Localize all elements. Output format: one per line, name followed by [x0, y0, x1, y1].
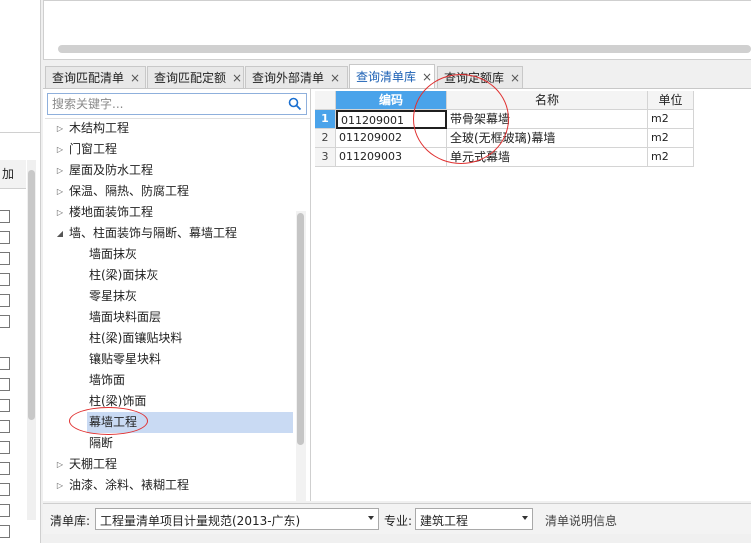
grid-cell-unit[interactable]: m2 [648, 148, 694, 167]
row-checkbox[interactable] [0, 210, 10, 223]
row-checkbox[interactable] [0, 420, 10, 433]
dropdown-arrow-icon[interactable] [368, 516, 374, 520]
row-checkbox[interactable] [0, 441, 10, 454]
grid-cell-unit[interactable]: m2 [648, 129, 694, 148]
tree-node-wood-structure[interactable]: ▷ 木结构工程 [55, 118, 295, 139]
category-tree-panel: ▷ 木结构工程 ▷ 门窗工程 ▷ 屋面及防水工程 ▷ 保温、隔热、防腐工程 ▷ … [45, 89, 311, 501]
tab-bar: 查询匹配清单 × 查询匹配定额 × 查询外部清单 × 查询清单库 × 查询定额库… [43, 64, 751, 88]
tree-node-wall-curtain-wall[interactable]: ◢ 墙、柱面装饰与隔断、幕墙工程 [55, 223, 295, 244]
collapse-arrow-icon[interactable]: ◢ [55, 223, 65, 244]
row-checkbox[interactable] [0, 357, 10, 370]
tree-child-wall-tile[interactable]: 墙面块料面层 [87, 307, 293, 328]
tree-node-floor-decoration[interactable]: ▷ 楼地面装饰工程 [55, 202, 295, 223]
expand-arrow-icon[interactable]: ▷ [55, 139, 65, 160]
tree-node-doors-windows[interactable]: ▷ 门窗工程 [55, 139, 295, 160]
tree-child-column-tile[interactable]: 柱(梁)面镶贴块料 [87, 328, 293, 349]
tree-child-wall-plaster[interactable]: 墙面抹灰 [87, 244, 293, 265]
expand-arrow-icon[interactable]: ▷ [55, 160, 65, 181]
tab-query-match-bill[interactable]: 查询匹配清单 × [45, 66, 146, 88]
annotation-circle [69, 407, 148, 435]
tree-child-misc-plaster[interactable]: 零星抹灰 [87, 286, 293, 307]
tree-node-insulation[interactable]: ▷ 保温、隔热、防腐工程 [55, 181, 295, 202]
expand-arrow-icon[interactable]: ▷ [55, 454, 65, 475]
row-checkbox[interactable] [0, 483, 10, 496]
row-checkbox[interactable] [0, 231, 10, 244]
tree-child-partition[interactable]: 隔断 [87, 433, 293, 454]
row-checkbox[interactable] [0, 252, 10, 265]
row-checkbox[interactable] [0, 378, 10, 391]
search-input[interactable] [52, 95, 282, 113]
tab-query-external-bill[interactable]: 查询外部清单 × [245, 66, 348, 88]
tab-query-bill-library[interactable]: 查询清单库 × [349, 64, 435, 88]
grid-row-number[interactable]: 3 [315, 148, 336, 167]
search-box[interactable] [47, 93, 307, 115]
specialty-label: 专业: [384, 514, 413, 528]
row-checkbox[interactable] [0, 399, 10, 412]
close-icon[interactable]: × [422, 70, 432, 84]
expand-arrow-icon[interactable]: ▷ [55, 475, 65, 496]
expand-arrow-icon[interactable]: ▷ [55, 202, 65, 223]
tree-child-column-plaster[interactable]: 柱(梁)面抹灰 [87, 265, 293, 286]
search-icon[interactable] [288, 97, 302, 111]
bottom-filter-bar: 清单库: 工程量清单项目计量规范(2013-广东) 专业: 建筑工程 清单说明信… [43, 503, 751, 534]
panel-divider [0, 132, 40, 133]
row-checkbox[interactable] [0, 294, 10, 307]
grid-row-number[interactable]: 2 [315, 129, 336, 148]
library-label: 清单库: [50, 514, 91, 528]
row-checkbox[interactable] [0, 525, 10, 538]
dropdown-arrow-icon[interactable] [522, 516, 528, 520]
tab-query-match-quota[interactable]: 查询匹配定额 × [147, 66, 244, 88]
close-icon[interactable]: × [232, 71, 242, 85]
grid-corner [315, 91, 336, 110]
expand-arrow-icon[interactable]: ▷ [55, 118, 65, 139]
specialty-select[interactable]: 建筑工程 [415, 508, 533, 530]
row-checkbox[interactable] [0, 504, 10, 517]
tree-node-roof-waterproof[interactable]: ▷ 屋面及防水工程 [55, 160, 295, 181]
close-icon[interactable]: × [330, 71, 340, 85]
grid-header-unit[interactable]: 单位 [648, 91, 694, 110]
close-icon[interactable]: × [510, 71, 520, 85]
tree-node-paint-coating[interactable]: ▷ 油漆、涂料、裱糊工程 [55, 475, 295, 496]
left-panel-scroll-thumb[interactable] [28, 170, 35, 420]
left-side-panel: 加 [0, 0, 41, 543]
tree-child-misc-tile[interactable]: 镶贴零星块料 [87, 349, 293, 370]
bill-description-link[interactable]: 清单说明信息 [545, 512, 617, 529]
row-checkbox[interactable] [0, 273, 10, 286]
expand-arrow-icon[interactable]: ▷ [55, 181, 65, 202]
grid-row-number[interactable]: 1 [315, 110, 336, 129]
library-select[interactable]: 工程量清单项目计量规范(2013-广东) [95, 508, 379, 530]
tree-node-ceiling[interactable]: ▷ 天棚工程 [55, 454, 295, 475]
close-icon[interactable]: × [130, 71, 140, 85]
row-checkbox[interactable] [0, 462, 10, 475]
top-panel-horizontal-scrollbar[interactable] [58, 45, 751, 53]
grid-cell-unit[interactable]: m2 [648, 110, 694, 129]
row-checkbox[interactable] [0, 315, 10, 328]
column-header-add: 加 [0, 160, 26, 189]
tree-child-wall-facing[interactable]: 墙饰面 [87, 370, 293, 391]
tree-scroll-thumb[interactable] [297, 213, 304, 445]
annotation-circle [413, 74, 509, 164]
